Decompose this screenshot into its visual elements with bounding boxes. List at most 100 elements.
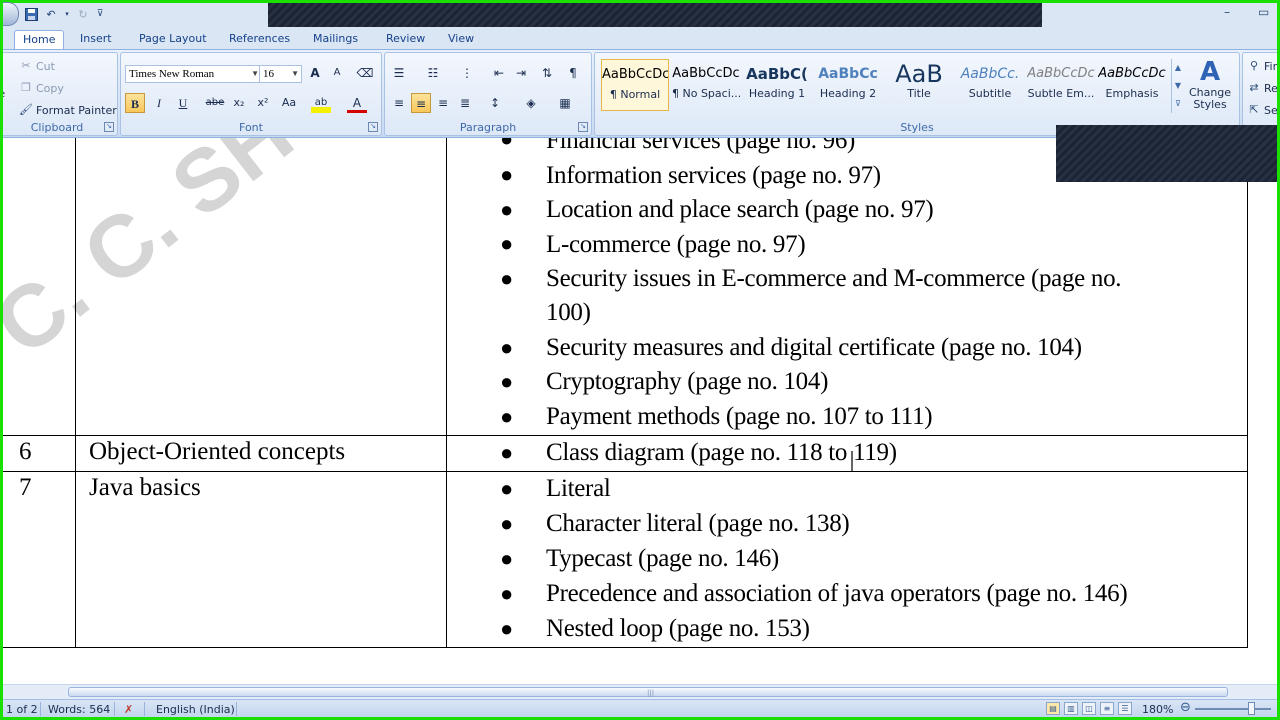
select-button[interactable]: ⇱ Sel — [1247, 103, 1280, 117]
font-family-select[interactable]: Times New Roman ▼ — [125, 65, 262, 83]
language[interactable]: English (India) — [156, 703, 235, 716]
grow-font-button[interactable]: A — [305, 63, 325, 83]
full-screen-reading-icon[interactable]: ▥ — [1064, 702, 1078, 715]
mouse-cursor-icon — [851, 451, 853, 471]
styles-group: AaBbCcDc ¶ Normal AaBbCcDc ¶ No Spaci...… — [594, 52, 1240, 136]
zoom-slider-thumb[interactable] — [1248, 702, 1255, 715]
style-subtle-emphasis[interactable]: AaBbCcDc Subtle Em... — [1027, 59, 1095, 111]
document-area[interactable]: C. C. SH ● Financial services (page no. … — [0, 138, 1280, 684]
numbering-icon[interactable]: ☷ — [423, 63, 443, 83]
font-launcher-icon[interactable]: ↘ — [368, 122, 378, 132]
page-count[interactable]: 1 of 2 — [6, 703, 38, 716]
decrease-indent-icon[interactable]: ⇤ — [489, 63, 509, 83]
office-button[interactable] — [2, 2, 19, 26]
list-item: Security measures and digital certificat… — [546, 334, 1082, 361]
list-item: Character literal (page no. 138) — [546, 510, 850, 537]
tab-home[interactable]: Home — [14, 30, 65, 49]
select-icon: ⇱ — [1249, 103, 1259, 116]
word-count[interactable]: Words: 564 — [48, 703, 110, 716]
shading-icon[interactable]: ◈ — [521, 93, 541, 113]
style-emphasis[interactable]: AaBbCcDc Emphasis — [1098, 59, 1166, 111]
zoom-level[interactable]: 180% — [1142, 703, 1173, 716]
title-bar: ↶ ▾ ↻ ⊽ – ▭ — [0, 2, 1280, 27]
font-size-select[interactable]: 16 ▼ — [259, 65, 302, 83]
frame-left — [0, 0, 3, 720]
show-formatting-button[interactable]: ¶ — [563, 63, 583, 83]
cut-button[interactable]: ✂ Cut — [19, 59, 55, 73]
replace-button[interactable]: ⇄ Rep — [1247, 81, 1280, 95]
zoom-out-icon[interactable]: ⊖ — [1180, 700, 1191, 715]
find-button[interactable]: ⚲ Fin — [1247, 59, 1280, 73]
clear-formatting-icon[interactable]: ⌫ — [355, 63, 375, 83]
list-item: Nested loop (page no. 153) — [546, 615, 810, 642]
align-right-icon[interactable]: ≡ — [433, 93, 453, 113]
clipboard-launcher-icon[interactable]: ↘ — [104, 122, 114, 132]
table-row-line — [0, 471, 1248, 472]
tab-review[interactable]: Review — [378, 30, 433, 48]
paragraph-launcher-icon[interactable]: ↘ — [578, 122, 588, 132]
copy-label: Copy — [36, 81, 64, 95]
list-item-continued: 100) — [546, 299, 591, 326]
tab-insert[interactable]: Insert — [72, 30, 120, 48]
style-name: Subtitle — [968, 87, 1012, 100]
list-item: Information services (page no. 97) — [546, 162, 881, 189]
minimize-button[interactable]: – — [1224, 5, 1230, 19]
style-normal[interactable]: AaBbCcDc ¶ Normal — [601, 59, 669, 111]
font-color-button[interactable]: A — [347, 93, 367, 113]
copy-button[interactable]: ❐ Copy — [19, 81, 64, 95]
superscript-button[interactable]: x² — [253, 93, 273, 113]
underline-button[interactable]: U — [173, 93, 193, 113]
style-subtitle[interactable]: AaBbCc. Subtitle — [956, 59, 1024, 111]
chevron-down-icon: ▼ — [291, 69, 299, 78]
align-center-icon[interactable]: ≡ — [411, 93, 431, 113]
multilevel-list-icon[interactable]: ⋮ — [457, 63, 477, 83]
style-name: Heading 1 — [748, 87, 806, 100]
undo-dropdown-icon[interactable]: ▾ — [63, 6, 71, 22]
list-item: Payment methods (page no. 107 to 111) — [546, 403, 933, 430]
change-case-button[interactable]: Aa — [279, 93, 299, 113]
horizontal-scrollbar[interactable]: ||| — [0, 684, 1280, 699]
outline-icon[interactable]: ≡ — [1100, 702, 1114, 715]
restore-button[interactable]: ▭ — [1258, 5, 1269, 19]
format-painter-button[interactable]: 🖌 Format Painter — [19, 103, 117, 117]
zoom-slider[interactable] — [1195, 708, 1271, 710]
title-banner-overlay — [268, 3, 1042, 27]
subscript-button[interactable]: x₂ — [229, 93, 249, 113]
bullets-icon[interactable]: ☰ — [389, 63, 409, 83]
highlight-button[interactable]: ab — [311, 93, 331, 113]
tab-references[interactable]: References — [221, 30, 298, 48]
tab-view[interactable]: View — [440, 30, 482, 48]
shrink-font-button[interactable]: A — [327, 63, 347, 83]
redo-icon[interactable]: ↻ — [75, 6, 91, 22]
style-heading-2[interactable]: AaBbCc Heading 2 — [814, 59, 882, 111]
style-heading-1[interactable]: AaBbC( Heading 1 — [743, 59, 811, 111]
bullet-icon: ● — [500, 440, 514, 465]
save-icon[interactable] — [23, 6, 39, 22]
draft-icon[interactable]: ☰ — [1118, 702, 1132, 715]
strikethrough-button[interactable]: abe — [205, 93, 225, 113]
customize-qat-icon[interactable]: ⊽ — [95, 6, 105, 22]
scroll-thumb[interactable]: ||| — [68, 687, 1228, 697]
style-title[interactable]: AaB Title — [885, 59, 953, 111]
proofing-icon[interactable]: ✗ — [124, 703, 133, 716]
print-layout-icon[interactable]: ▤ — [1046, 702, 1060, 715]
italic-button[interactable]: I — [149, 93, 169, 113]
tab-mailings[interactable]: Mailings — [305, 30, 366, 48]
styles-scroll-buttons[interactable]: ▲ ▼ ⊽ — [1171, 59, 1184, 113]
style-name: Heading 2 — [819, 87, 877, 100]
style-name: Subtle Em... — [1027, 87, 1095, 100]
web-layout-icon[interactable]: ◫ — [1082, 702, 1096, 715]
change-styles-button[interactable]: A Change Styles — [1185, 57, 1235, 119]
align-left-icon[interactable]: ≡ — [389, 93, 409, 113]
borders-icon[interactable]: ▦ — [555, 93, 575, 113]
justify-icon[interactable]: ≣ — [455, 93, 475, 113]
paragraph-group-label: Paragraph — [459, 121, 517, 134]
bold-button[interactable]: B — [125, 93, 145, 113]
sort-icon[interactable]: ⇅ — [537, 63, 557, 83]
tab-page-layout[interactable]: Page Layout — [131, 30, 215, 48]
undo-icon[interactable]: ↶ — [43, 6, 59, 22]
list-item: Precedence and association of java opera… — [546, 580, 1128, 607]
style-no-spacing[interactable]: AaBbCcDc ¶ No Spaci... — [672, 59, 740, 111]
increase-indent-icon[interactable]: ⇥ — [511, 63, 531, 83]
line-spacing-icon[interactable]: ↕ — [485, 93, 505, 113]
